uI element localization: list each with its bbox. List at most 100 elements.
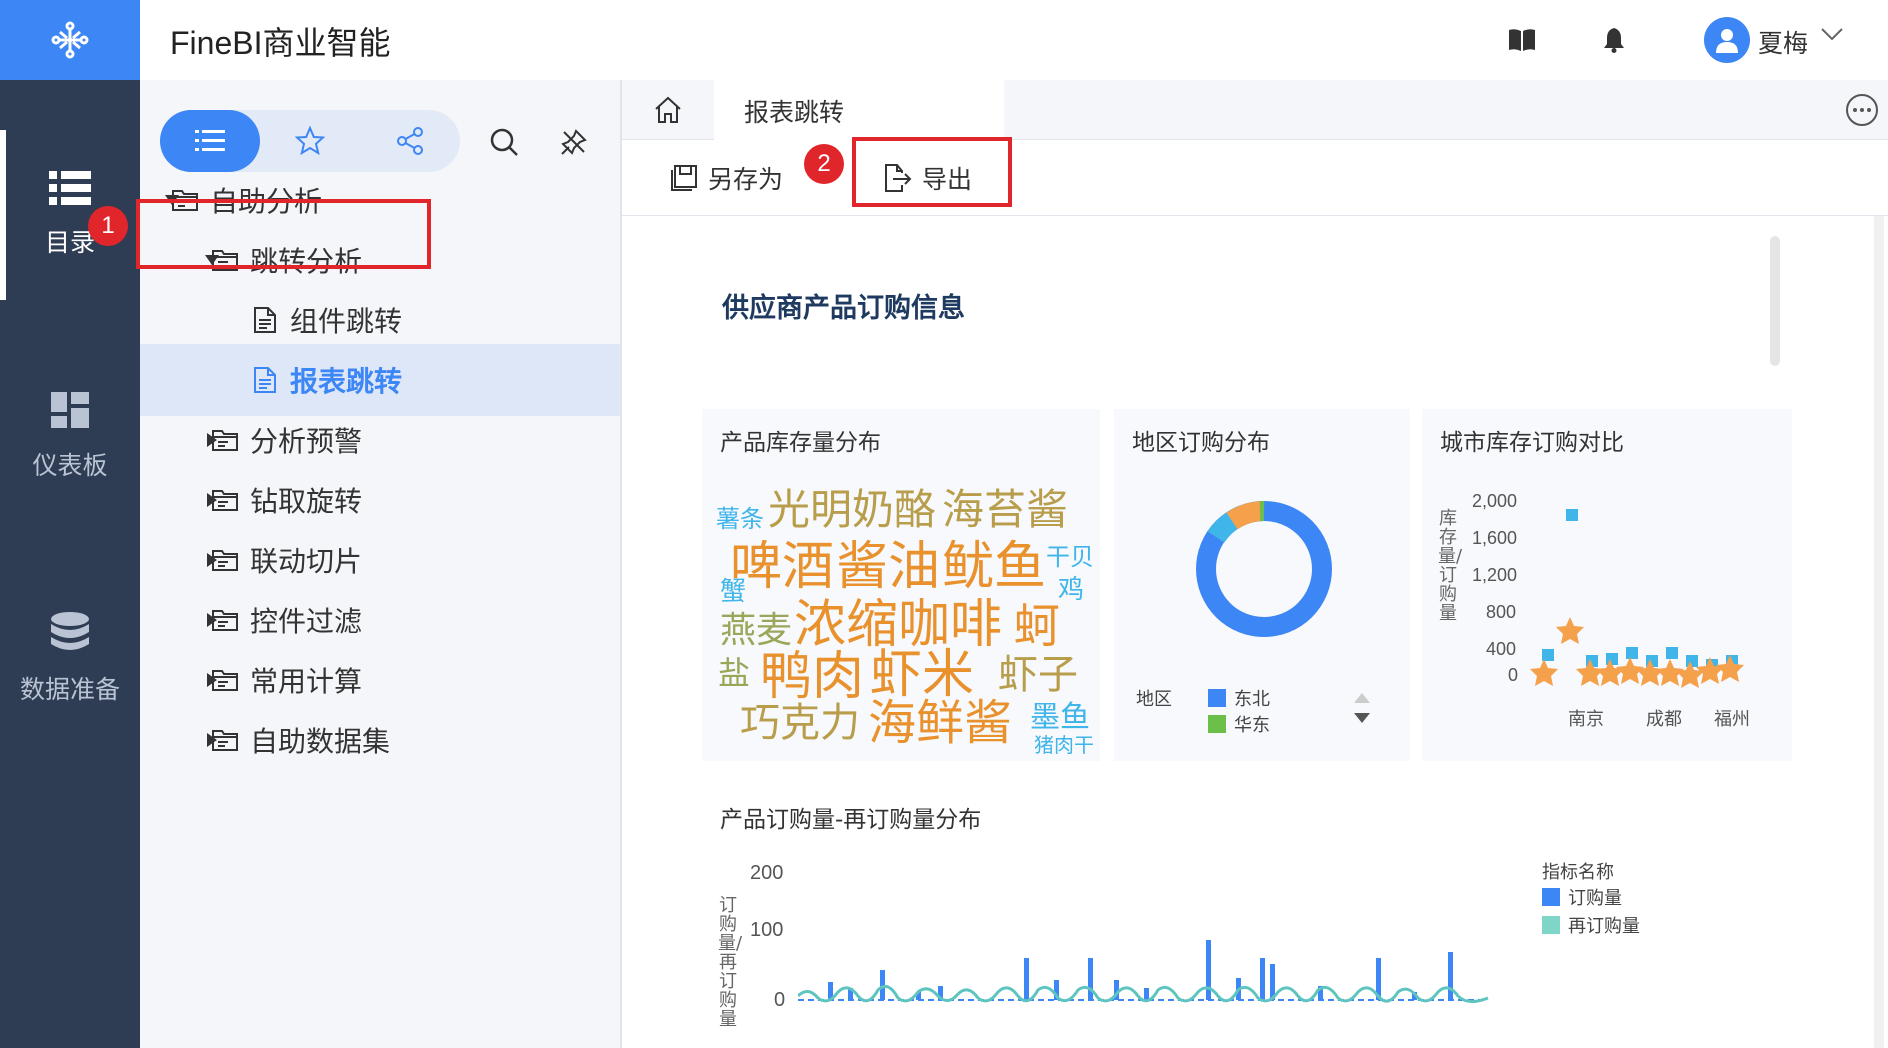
inner-scrollbar[interactable] xyxy=(1770,236,1780,366)
word[interactable]: 海苔酱 xyxy=(942,489,1068,531)
dashboard-canvas: 供应商产品订购信息 产品库存量分布 薯条 光明奶酪 海苔酱 啤酒 酱油 鱿鱼 干… xyxy=(622,216,1888,1048)
y-axis-label: 订购量/再订购量 xyxy=(718,895,743,1030)
view-favorites-button[interactable] xyxy=(260,110,360,172)
user-icon xyxy=(1716,29,1738,53)
legend-swatch xyxy=(1208,689,1226,707)
widget-combo[interactable]: 产品订购量-再订购量分布 订购量/再订购量 200 100 0 指标名称 订购量… xyxy=(702,776,1802,1048)
save-as-icon xyxy=(670,164,698,192)
widget-donut[interactable]: 地区订购分布 地区 东北 华东 xyxy=(1114,409,1410,761)
folder-icon xyxy=(210,425,240,455)
widget-wordcloud[interactable]: 产品库存量分布 薯条 光明奶酪 海苔酱 啤酒 酱油 鱿鱼 干贝 鸡 蟹 燕麦 浓… xyxy=(702,409,1100,761)
word[interactable]: 酱油 xyxy=(836,541,940,593)
help-book-icon[interactable] xyxy=(1504,22,1540,58)
rail-item-dashboard[interactable]: 仪表板 xyxy=(0,352,140,522)
avatar[interactable] xyxy=(1704,17,1750,63)
line-series-reorders xyxy=(798,984,1489,1003)
donut-chart[interactable] xyxy=(1194,499,1334,639)
folder-icon xyxy=(210,725,240,755)
word[interactable]: 墨鱼 xyxy=(1030,703,1090,733)
legend-item[interactable]: 再订购量 xyxy=(1568,912,1640,938)
x-tick: 南京 xyxy=(1568,709,1604,729)
list-icon xyxy=(49,171,91,205)
tree-label: 分析预警 xyxy=(250,425,363,458)
tab-bar: 报表跳转 xyxy=(622,80,1888,141)
view-switcher xyxy=(160,110,460,172)
tree-label: 钻取旋转 xyxy=(250,485,363,518)
widget-title: 产品库存量分布 xyxy=(720,430,881,456)
view-share-button[interactable] xyxy=(360,110,460,172)
step-badge-1: 1 xyxy=(88,206,128,246)
rail-label-dashboard: 仪表板 xyxy=(32,451,108,480)
user-name[interactable]: 夏梅 xyxy=(1758,24,1808,60)
y-tick: 400 xyxy=(1486,639,1517,659)
tree-label: 自助数据集 xyxy=(250,725,391,758)
legend-item[interactable]: 东北 xyxy=(1234,685,1270,711)
scatter-series-stock xyxy=(1542,509,1738,671)
tree-label: 报表跳转 xyxy=(290,365,403,398)
unpin-icon[interactable] xyxy=(554,122,594,162)
tab-report-jump[interactable]: 报表跳转 xyxy=(714,80,1004,141)
word[interactable]: 海鲜酱 xyxy=(868,699,1012,747)
search-icon[interactable] xyxy=(484,122,524,162)
legend-swatch xyxy=(1208,715,1226,733)
report-file-icon xyxy=(250,365,280,395)
database-icon xyxy=(51,612,89,650)
scatter-plot[interactable] xyxy=(1522,489,1782,709)
y-tick: 100 xyxy=(750,919,784,941)
legend-swatch xyxy=(1542,888,1560,906)
app-title: FineBI商业智能 xyxy=(170,25,391,61)
tree-label: 控件过滤 xyxy=(250,605,363,638)
bell-icon[interactable] xyxy=(1596,22,1632,58)
rail-item-data-prep[interactable]: 数据准备 xyxy=(0,574,140,744)
y-tick: 1,600 xyxy=(1472,528,1518,548)
folder-icon xyxy=(210,605,240,635)
word[interactable]: 光明奶酪 xyxy=(768,489,936,531)
x-tick: 成都 xyxy=(1646,709,1682,729)
more-icon[interactable] xyxy=(1844,92,1880,128)
word[interactable]: 干贝 xyxy=(1046,545,1094,569)
legend-pager-icon[interactable] xyxy=(1352,691,1372,727)
word[interactable]: 浓缩咖啡 xyxy=(794,599,1002,651)
combo-chart[interactable] xyxy=(798,916,1518,1016)
highlight-box-step1 xyxy=(136,199,431,269)
widget-scatter[interactable]: 城市库存订购对比 库存量/订购量 2,000 1,600 1,200 800 4… xyxy=(1422,409,1792,761)
word[interactable]: 猪肉干 xyxy=(1034,735,1094,755)
legend-item[interactable]: 华东 xyxy=(1234,711,1270,737)
tree-label: 组件跳转 xyxy=(290,305,403,338)
word[interactable]: 盐 xyxy=(718,657,750,689)
widget-title: 地区订购分布 xyxy=(1132,430,1270,456)
y-tick: 0 xyxy=(1508,665,1519,685)
legend-item[interactable]: 订购量 xyxy=(1568,884,1622,910)
home-tab[interactable] xyxy=(622,80,714,140)
word[interactable]: 鸡 xyxy=(1058,577,1084,603)
outer-scrollbar[interactable] xyxy=(1874,216,1884,1048)
legend-title: 地区 xyxy=(1136,689,1172,710)
dashboard-title: 供应商产品订购信息 xyxy=(722,293,965,324)
view-list-button[interactable] xyxy=(160,110,260,172)
word[interactable]: 薯条 xyxy=(716,507,764,531)
word[interactable]: 巧克力 xyxy=(740,703,860,743)
word[interactable]: 鸭肉 xyxy=(760,651,864,703)
word[interactable]: 虾米 xyxy=(870,649,974,701)
y-axis-label: 库存量/订购量 xyxy=(1438,508,1463,624)
folder-icon xyxy=(210,485,240,515)
y-tick: 2,000 xyxy=(1472,491,1518,511)
widget-title: 产品订购量-再订购量分布 xyxy=(720,807,982,833)
save-as-button[interactable]: 另存为 xyxy=(670,156,783,200)
y-tick: 0 xyxy=(774,989,786,1011)
widget-title: 城市库存订购对比 xyxy=(1440,430,1624,456)
donut-slice-orange[interactable] xyxy=(1226,501,1263,530)
star-icon xyxy=(295,126,325,156)
tree-folder-self-dataset[interactable]: 自助数据集 xyxy=(140,704,620,776)
chevron-down-icon[interactable] xyxy=(1820,26,1844,46)
y-tick: 1,200 xyxy=(1472,565,1518,585)
word[interactable]: 蚵 xyxy=(1014,603,1060,649)
legend-swatch xyxy=(1542,916,1560,934)
dashboard-icon xyxy=(51,392,89,428)
app-logo[interactable] xyxy=(0,0,140,80)
word[interactable]: 燕麦 xyxy=(720,613,792,649)
word[interactable]: 虾子 xyxy=(998,655,1078,695)
x-tick: 福州 xyxy=(1714,709,1750,729)
word[interactable]: 蟹 xyxy=(720,579,746,605)
word[interactable]: 鱿鱼 xyxy=(942,541,1046,593)
